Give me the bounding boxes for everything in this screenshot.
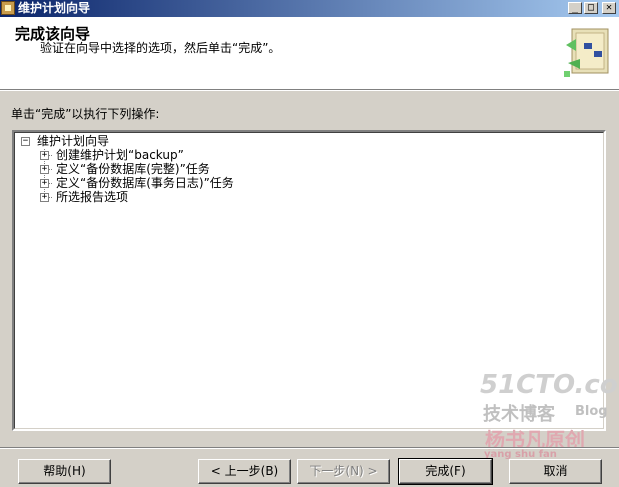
tree-node-label: 所选报告选项: [56, 190, 129, 204]
wizard-graphic-icon: [564, 28, 609, 77]
maximize-button[interactable]: □: [584, 2, 598, 14]
help-button[interactable]: 帮助(H): [18, 459, 111, 484]
watermark-blog-cn: 技术博客: [483, 404, 555, 425]
footer-separator: [0, 447, 619, 449]
minimize-button[interactable]: _: [568, 2, 582, 14]
title-bar: 维护计划向导 _ □ ✕: [0, 0, 619, 17]
app-icon: [1, 1, 15, 15]
finish-button[interactable]: 完成(F): [398, 458, 493, 485]
expand-icon[interactable]: +: [40, 179, 49, 188]
tree-node-label: 定义“备份数据库(完整)”任务: [56, 162, 210, 176]
page-subtitle: 验证在向导中选择的选项，然后单击“完成”。: [40, 41, 281, 55]
cancel-button[interactable]: 取消: [509, 459, 602, 484]
header-separator: [0, 89, 619, 91]
tree-node-label: 创建维护计划“backup”: [56, 148, 184, 162]
window-title: 维护计划向导: [18, 1, 91, 15]
instruction-label: 单击“完成”以执行下列操作:: [11, 107, 160, 121]
close-button[interactable]: ✕: [602, 2, 616, 14]
back-button[interactable]: < 上一步(B): [198, 459, 291, 484]
expand-icon[interactable]: +: [40, 165, 49, 174]
expand-icon[interactable]: +: [40, 151, 49, 160]
watermark-site: 51CTO.com: [480, 370, 619, 400]
next-button[interactable]: 下一步(N) >: [297, 459, 390, 484]
expand-icon[interactable]: +: [40, 193, 49, 202]
collapse-icon[interactable]: −: [21, 137, 30, 146]
tree-node-label: 维护计划向导: [37, 134, 110, 148]
watermark-blog-en: Blog: [575, 404, 608, 419]
wizard-header: 完成该向导 验证在向导中选择的选项，然后单击“完成”。: [0, 17, 619, 89]
tree-node-label: 定义“备份数据库(事务日志)”任务: [56, 176, 234, 190]
